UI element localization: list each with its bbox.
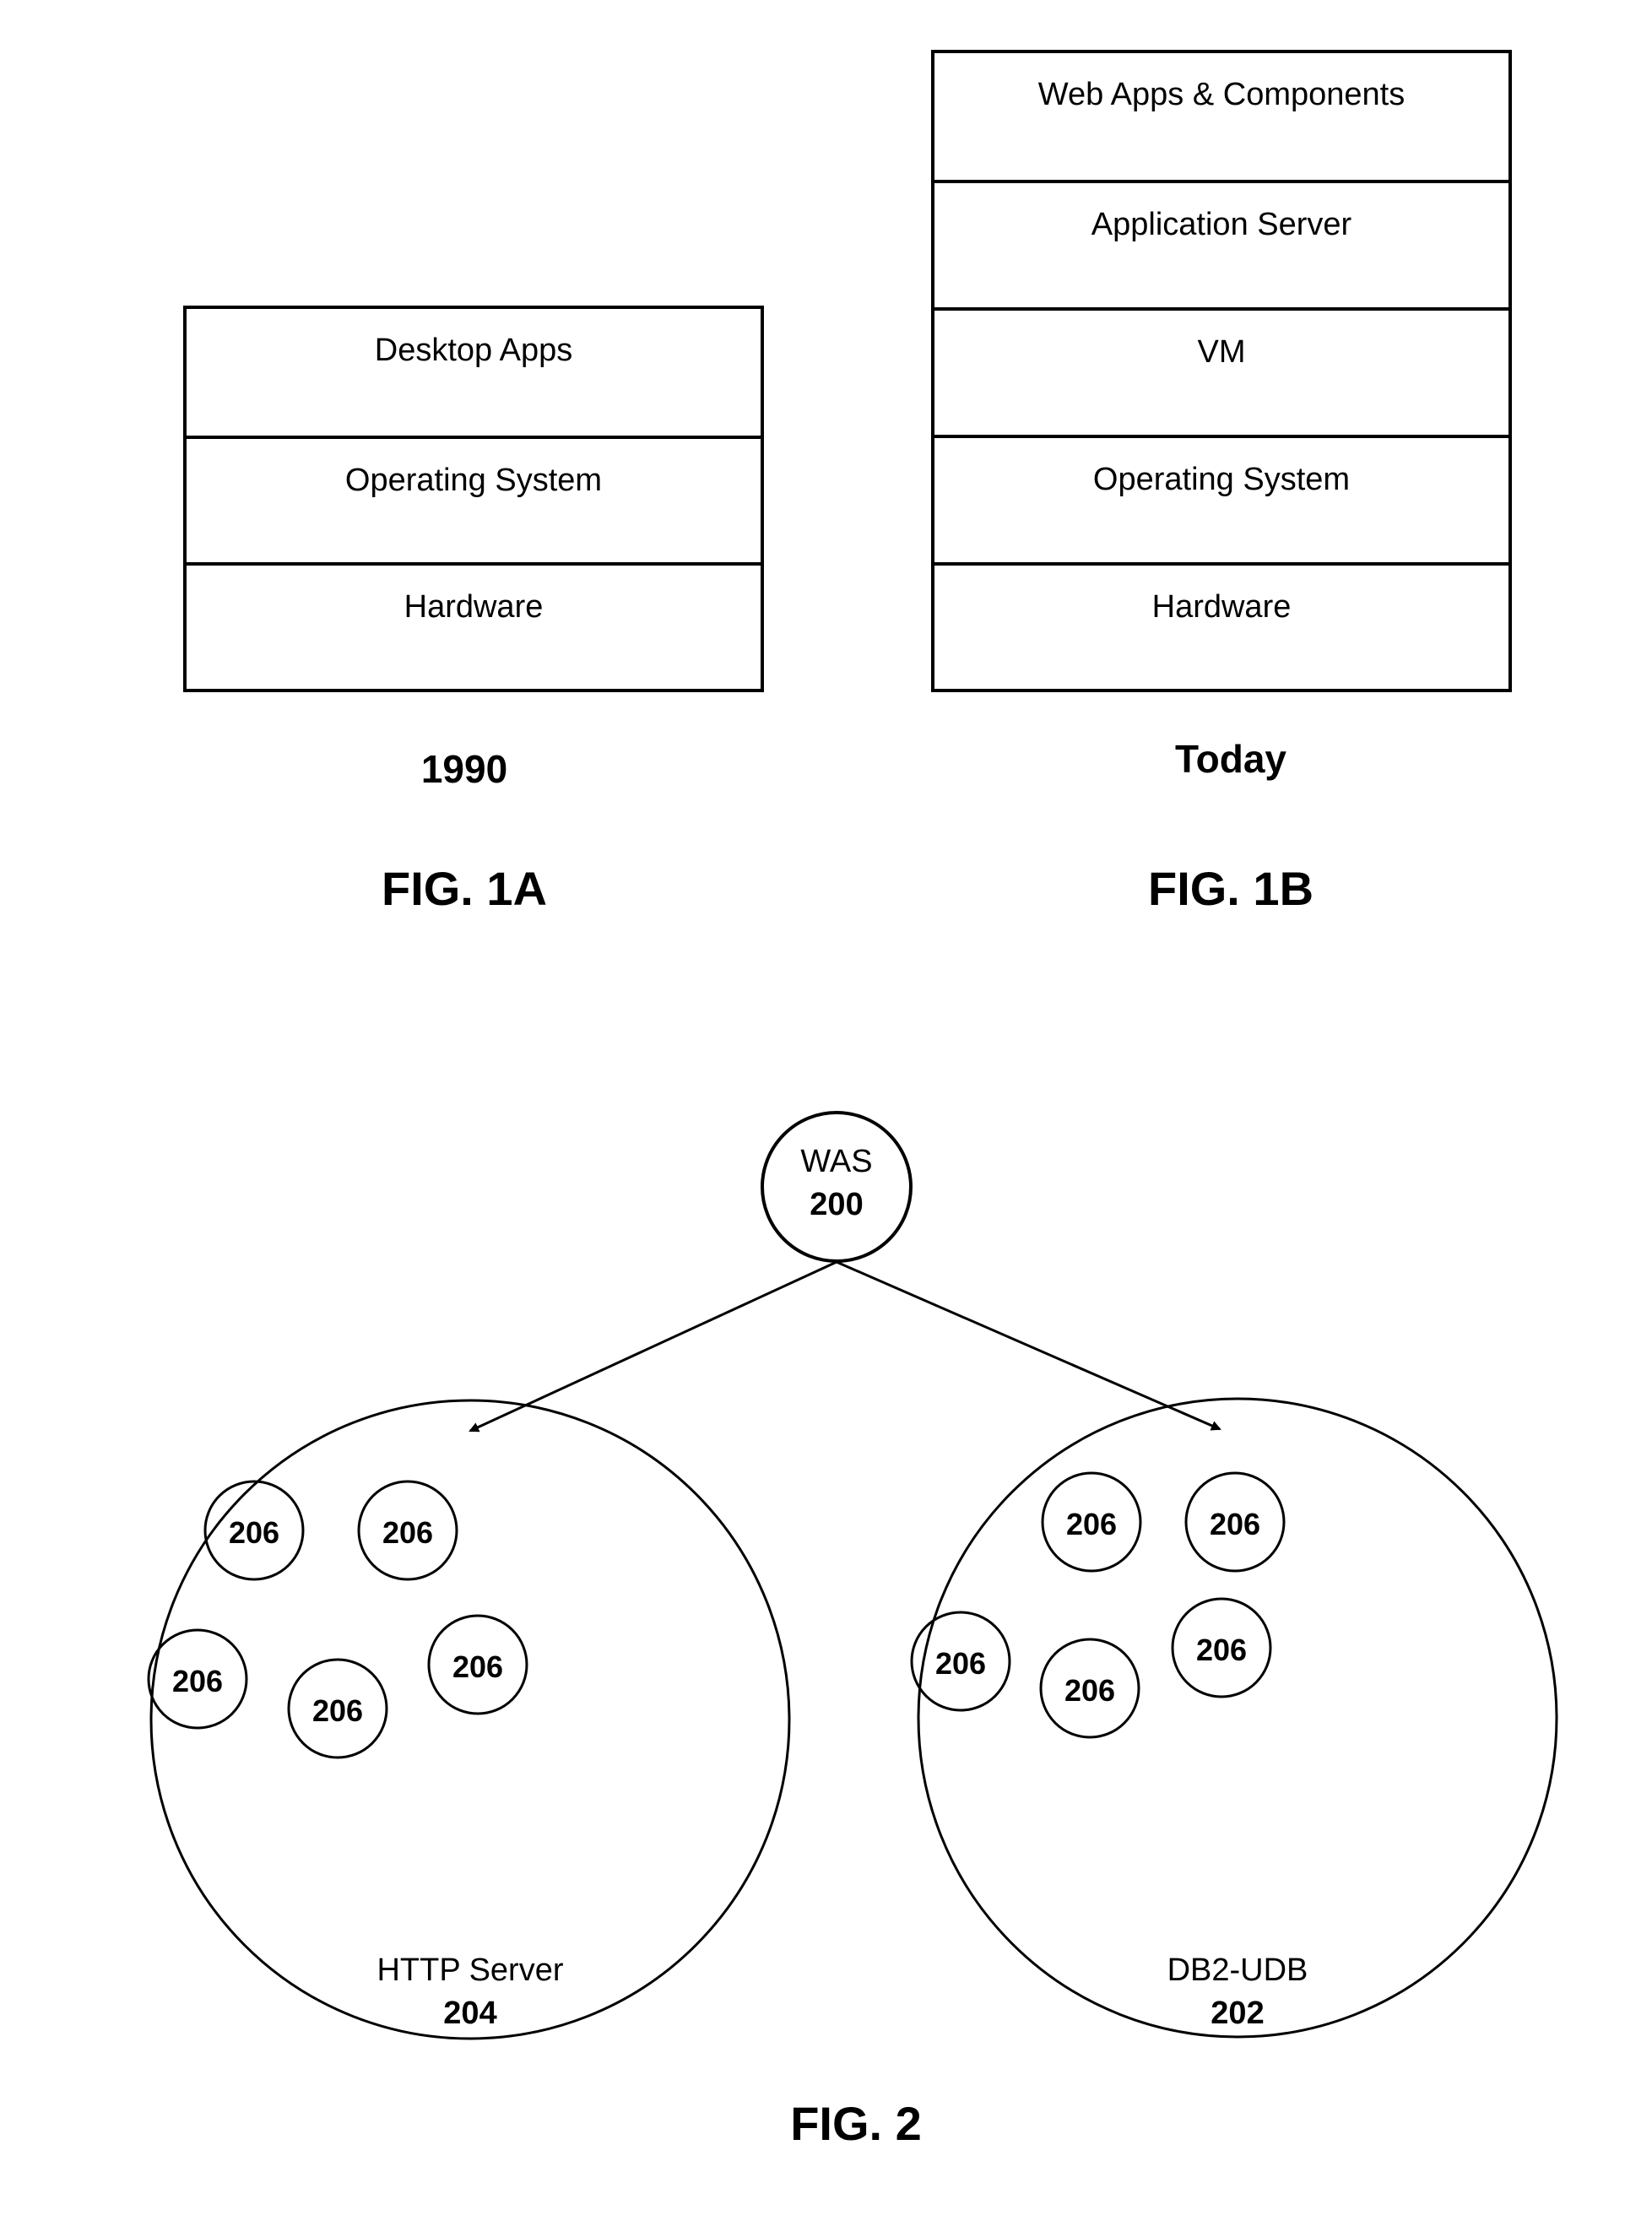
member-ref: 206 <box>452 1649 503 1684</box>
member-ref: 206 <box>1196 1633 1247 1667</box>
fig2-figure-label: FIG. 2 <box>790 2097 922 2150</box>
member-ref: 206 <box>1064 1673 1115 1708</box>
member-ref: 206 <box>935 1646 986 1681</box>
fig2-diagram: WAS 200 206 206 206 206 206 HTTP Server … <box>147 1111 1558 2150</box>
was-node: WAS 200 <box>761 1111 913 1263</box>
http-server-name: HTTP Server <box>376 1952 563 1988</box>
db2-member-node-3: 206 <box>910 1611 1011 1712</box>
was-node-ref: 200 <box>810 1187 863 1222</box>
http-member-node-4: 206 <box>287 1658 388 1759</box>
member-ref: 206 <box>172 1664 223 1698</box>
member-ref: 206 <box>1210 1507 1260 1541</box>
member-ref: 206 <box>1066 1507 1117 1541</box>
db2-member-node-1: 206 <box>1041 1471 1142 1573</box>
was-node-name: WAS <box>800 1144 872 1179</box>
member-ref: 206 <box>312 1693 363 1728</box>
arrow-was-to-db2-udb <box>836 1260 1221 1431</box>
member-ref: 206 <box>382 1515 433 1550</box>
http-server-group: 206 206 206 206 206 HTTP Server 204 <box>147 1399 791 2040</box>
db2-udb-name: DB2-UDB <box>1167 1952 1308 1988</box>
db2-member-node-5: 206 <box>1171 1597 1272 1698</box>
db2-udb-group: 206 206 206 206 206 DB2-UDB 202 <box>910 1397 1558 2039</box>
db2-member-node-2: 206 <box>1184 1471 1286 1573</box>
db2-member-node-4: 206 <box>1039 1638 1140 1739</box>
http-server-ref: 204 <box>443 1996 496 2031</box>
http-member-node-5: 206 <box>427 1614 528 1715</box>
db2-udb-ref: 202 <box>1211 1996 1264 2031</box>
http-member-node-3: 206 <box>147 1628 248 1730</box>
http-member-node-1: 206 <box>203 1480 305 1581</box>
http-member-node-2: 206 <box>357 1480 458 1581</box>
member-ref: 206 <box>229 1515 279 1550</box>
